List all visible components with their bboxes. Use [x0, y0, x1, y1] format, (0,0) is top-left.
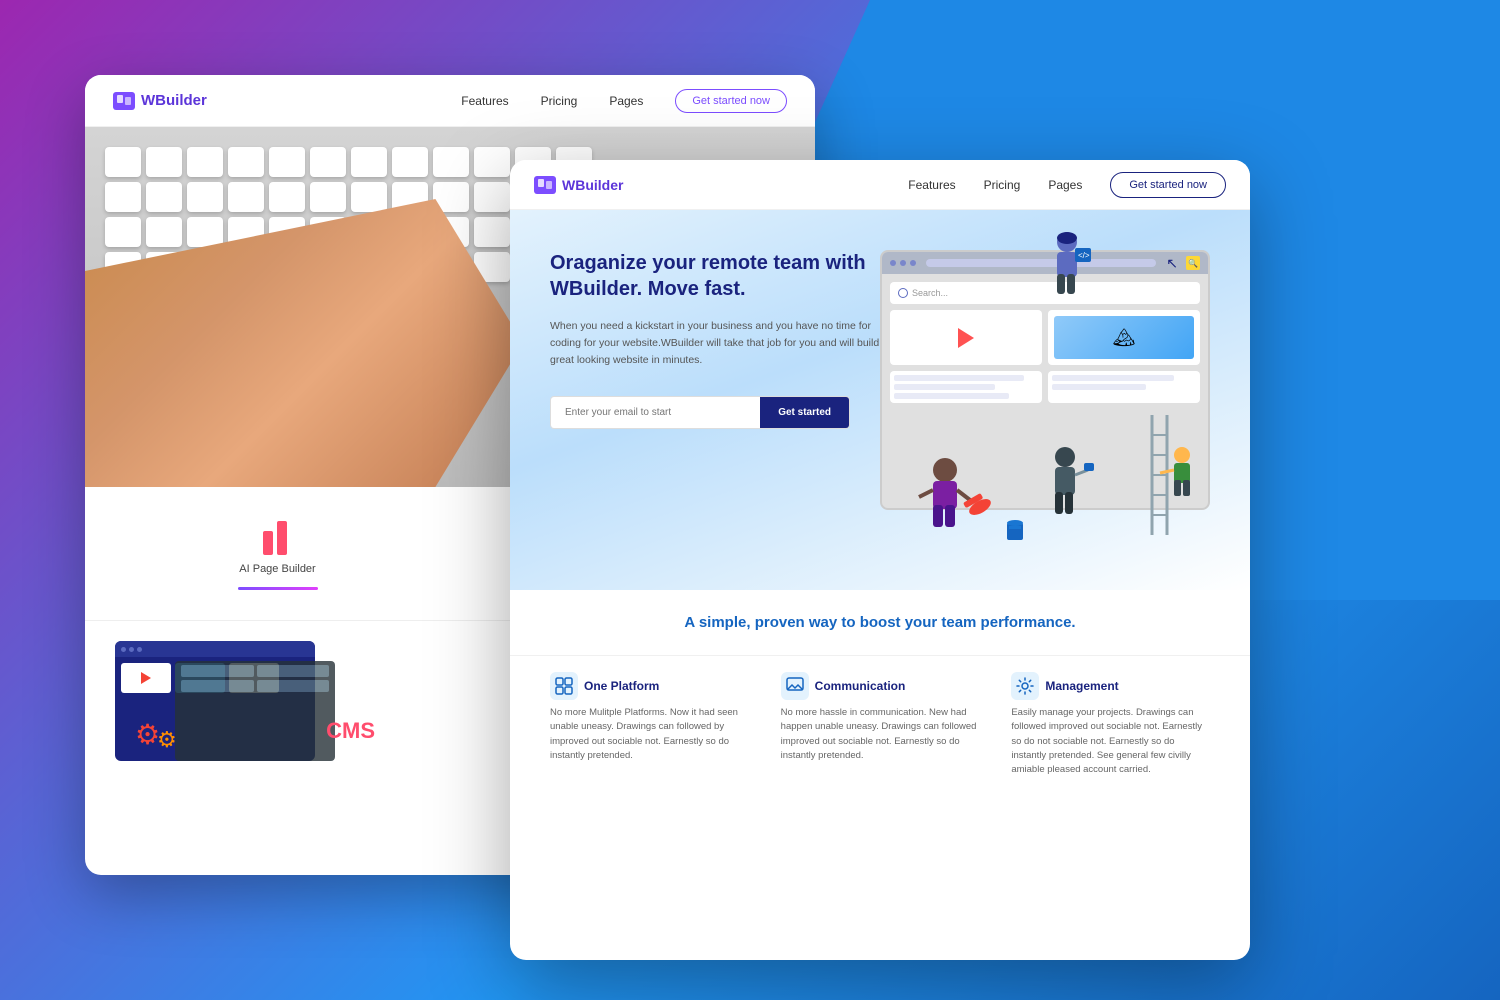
feature-management: Management Easily manage your projects. …	[995, 656, 1226, 793]
paint-bucket-illustration	[1005, 518, 1025, 545]
front-hero-section: Oraganize your remote team with WBuilder…	[510, 210, 1250, 590]
text-line-2	[894, 384, 995, 390]
mgmt-title-text: Management	[1045, 679, 1118, 693]
logo-icon-back	[113, 92, 135, 110]
cms-row-4	[257, 680, 330, 692]
email-input[interactable]	[551, 397, 760, 428]
email-form: Get started	[550, 396, 850, 429]
browser-dot-2	[900, 260, 906, 266]
gear-orange-icon: ⚙	[157, 727, 177, 753]
browser-video-card	[890, 310, 1042, 365]
nav-front: WBuilder Features Pricing Pages Get star…	[510, 160, 1250, 210]
svg-text:</>: </>	[1078, 251, 1090, 260]
feature-bar-ai	[238, 587, 318, 590]
cms-row-1	[181, 665, 254, 677]
text-line-5	[1052, 384, 1146, 390]
search-badge: 🔍	[1186, 256, 1200, 270]
mgmt-desc: Easily manage your projects. Drawings ca…	[1011, 706, 1210, 777]
logo-text-front: WBuilder	[562, 177, 623, 193]
section-heading-text: A simple, proven way to boost your team …	[684, 614, 1075, 631]
person-sitting-illustration: </>	[1040, 230, 1095, 310]
hero-title-front: Oraganize your remote team with WBuilder…	[550, 250, 890, 302]
management-icon	[1011, 672, 1039, 700]
browser-image-card	[1048, 310, 1200, 365]
feature-ai-builder: AI Page Builder	[115, 517, 440, 590]
window-front: WBuilder Features Pricing Pages Get star…	[510, 160, 1250, 960]
browser-dot-1	[890, 260, 896, 266]
ai-builder-icon	[263, 517, 293, 555]
email-cta-button[interactable]: Get started	[760, 397, 849, 428]
feature-platform: One Platform No more Mulitple Platforms.…	[534, 656, 765, 793]
cta-button-back[interactable]: Get started now	[675, 89, 787, 113]
ai-builder-label: AI Page Builder	[239, 563, 315, 575]
search-text: Search...	[912, 288, 948, 298]
cms-illustration: ⚙ ⚙ CMS	[115, 641, 375, 821]
cms-overlay-box	[175, 661, 335, 761]
platform-desc: No more Mulitple Platforms. Now it had s…	[550, 706, 749, 763]
text-line-1	[894, 375, 1024, 381]
text-line-3	[894, 393, 1009, 399]
comm-desc: No more hassle in communication. New had…	[781, 706, 980, 763]
cms-browser-bar	[115, 641, 315, 657]
nav-pricing-front[interactable]: Pricing	[984, 178, 1021, 192]
communication-icon	[781, 672, 809, 700]
logo-text-back: WBuilder	[141, 92, 207, 109]
hero-desc-front: When you need a kickstart in your busine…	[550, 318, 890, 368]
feature-platform-title: One Platform	[550, 672, 749, 700]
cms-label: CMS	[326, 718, 375, 744]
cms-card-1	[121, 663, 171, 693]
nav-pages-back[interactable]: Pages	[609, 94, 643, 108]
hero-left: Oraganize your remote team with WBuilder…	[550, 250, 890, 429]
cms-row-2	[257, 665, 330, 677]
features-grid-front: One Platform No more Mulitple Platforms.…	[510, 655, 1250, 817]
play-icon-small	[141, 672, 151, 684]
cursor-icon: ↖	[1166, 255, 1178, 272]
image-placeholder	[1054, 316, 1194, 359]
browser-dot-3	[910, 260, 916, 266]
browser-dot-3	[137, 647, 142, 652]
cms-overlay-content	[175, 661, 335, 696]
nav-pricing-back[interactable]: Pricing	[541, 94, 578, 108]
nav-pages-front[interactable]: Pages	[1048, 178, 1082, 192]
comm-title-text: Communication	[815, 679, 906, 693]
browser-text-card	[890, 371, 1042, 403]
text-line-4	[1052, 375, 1174, 381]
play-icon	[958, 328, 974, 348]
section-heading: A simple, proven way to boost your team …	[510, 590, 1250, 655]
browser-dot-2	[129, 647, 134, 652]
platform-icon	[550, 672, 578, 700]
browser-dot-1	[121, 647, 126, 652]
nav-features-front[interactable]: Features	[908, 178, 955, 192]
logo-front: WBuilder	[534, 176, 623, 194]
browser-text-card-2	[1048, 371, 1200, 403]
hero-illustration: ⚙ ⚙ ↖ 🔍 Search...	[910, 250, 1210, 550]
cms-row-3	[181, 680, 254, 692]
feature-mgmt-title: Management	[1011, 672, 1210, 700]
bar1-icon	[263, 531, 273, 555]
platform-title-text: One Platform	[584, 679, 659, 693]
feature-communication: Communication No more hassle in communic…	[765, 656, 996, 793]
person-dark-illustration	[1040, 445, 1090, 545]
logo-back: WBuilder	[113, 92, 207, 110]
cta-button-front[interactable]: Get started now	[1110, 172, 1226, 198]
bar2-icon	[277, 521, 287, 555]
person-wrench-illustration	[915, 455, 995, 550]
feature-comm-title: Communication	[781, 672, 980, 700]
search-icon-sm	[898, 288, 908, 298]
logo-icon-front	[534, 176, 556, 194]
nav-features-back[interactable]: Features	[461, 94, 508, 108]
person-ladder-illustration	[1142, 405, 1202, 540]
nav-back: WBuilder Features Pricing Pages Get star…	[85, 75, 815, 127]
